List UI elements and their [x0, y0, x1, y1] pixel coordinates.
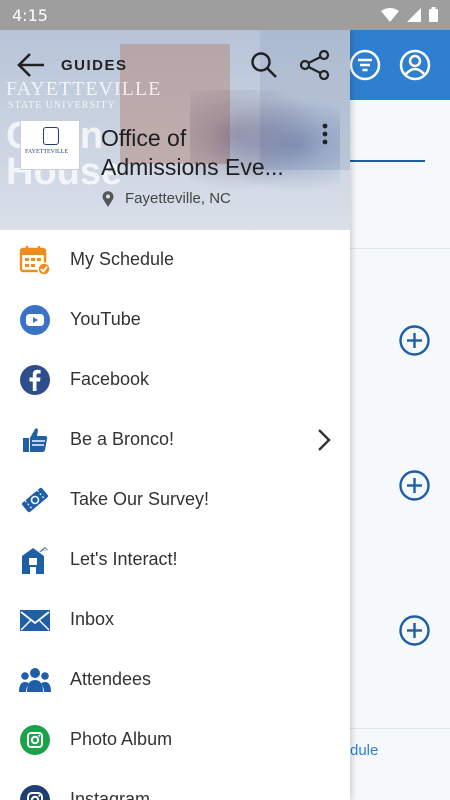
facebook-icon	[19, 364, 51, 396]
share-icon[interactable]	[299, 50, 331, 80]
envelope-icon	[19, 604, 51, 636]
menu-item-label: Inbox	[70, 609, 115, 629]
university-seal-icon	[43, 127, 59, 145]
status-bar: 4:15	[0, 0, 450, 30]
menu-item-label: YouTube	[70, 309, 141, 329]
profile-icon[interactable]	[398, 48, 432, 82]
menu-item-take-our-survey[interactable]: Take Our Survey!	[0, 470, 350, 530]
guide-location: Fayetteville, NC	[125, 190, 231, 207]
menu-item-attendees[interactable]: Attendees	[0, 650, 350, 710]
interact-icon	[19, 544, 51, 576]
menu-item-lets-interact[interactable]: Let's Interact!	[0, 530, 350, 590]
guide-header: FAYETTEVILLE STATE UNIVERSITY Open House…	[0, 30, 350, 230]
guide-title: Office of Admissions Eve...	[101, 124, 306, 182]
guide-title-line: Office of	[101, 125, 187, 151]
calendar-check-icon	[19, 244, 51, 276]
menu-item-facebook[interactable]: Facebook	[0, 350, 350, 410]
guides-back-label[interactable]: GUIDES	[61, 57, 128, 74]
menu-item-my-schedule[interactable]: My Schedule	[0, 230, 350, 290]
add-icon[interactable]	[399, 325, 430, 356]
photo-album-icon	[19, 724, 51, 756]
menu-item-be-a-bronco[interactable]: Be a Bronco!	[0, 410, 350, 470]
menu-item-youtube[interactable]: YouTube	[0, 290, 350, 350]
guide-logo-text: FAYETTEVILLE	[25, 149, 68, 155]
hero-university-mark-sub: STATE UNIVERSITY	[8, 100, 116, 111]
location-pin-icon	[102, 191, 114, 207]
status-time: 4:15	[12, 6, 48, 25]
menu-item-instagram[interactable]: Instagram	[0, 770, 350, 800]
battery-icon	[429, 7, 438, 22]
thumbs-up-icon	[19, 424, 51, 456]
menu-item-label: Be a Bronco!	[70, 429, 175, 449]
menu-item-label: Photo Album	[70, 729, 173, 749]
add-icon[interactable]	[399, 470, 430, 501]
more-options-icon[interactable]	[317, 122, 333, 148]
menu-item-label: Instagram	[70, 789, 151, 800]
youtube-icon	[19, 304, 51, 336]
screen: 4:15 dule FAYETTEVILLE STATE UNIVERSITY …	[0, 0, 450, 800]
guide-title-line: Admissions Eve...	[101, 154, 284, 180]
status-icons	[381, 7, 438, 22]
navigation-drawer: FAYETTEVILLE STATE UNIVERSITY Open House…	[0, 30, 350, 800]
drawer-menu: My Schedule YouTube Facebook Be a Bronco…	[0, 230, 350, 800]
menu-item-inbox[interactable]: Inbox	[0, 590, 350, 650]
menu-item-label: Facebook	[70, 369, 150, 389]
guide-logo: FAYETTEVILLE	[20, 120, 80, 170]
menu-item-label: Take Our Survey!	[70, 489, 210, 509]
menu-item-photo-album[interactable]: Photo Album	[0, 710, 350, 770]
signal-icon	[407, 7, 421, 22]
add-icon[interactable]	[399, 615, 430, 646]
people-icon	[19, 664, 51, 696]
menu-item-label: My Schedule	[70, 249, 175, 269]
menu-item-label: Let's Interact!	[70, 549, 178, 569]
header-toolbar: GUIDES	[0, 30, 350, 100]
ticket-icon	[19, 484, 51, 516]
search-icon[interactable]	[249, 50, 279, 80]
background-partial-text: dule	[350, 742, 379, 759]
menu-item-label: Attendees	[70, 669, 152, 689]
chevron-right-icon	[318, 429, 331, 451]
filter-icon[interactable]	[348, 48, 382, 82]
wifi-icon	[381, 7, 399, 22]
back-arrow-icon[interactable]	[14, 50, 48, 80]
instagram-icon	[19, 784, 51, 800]
